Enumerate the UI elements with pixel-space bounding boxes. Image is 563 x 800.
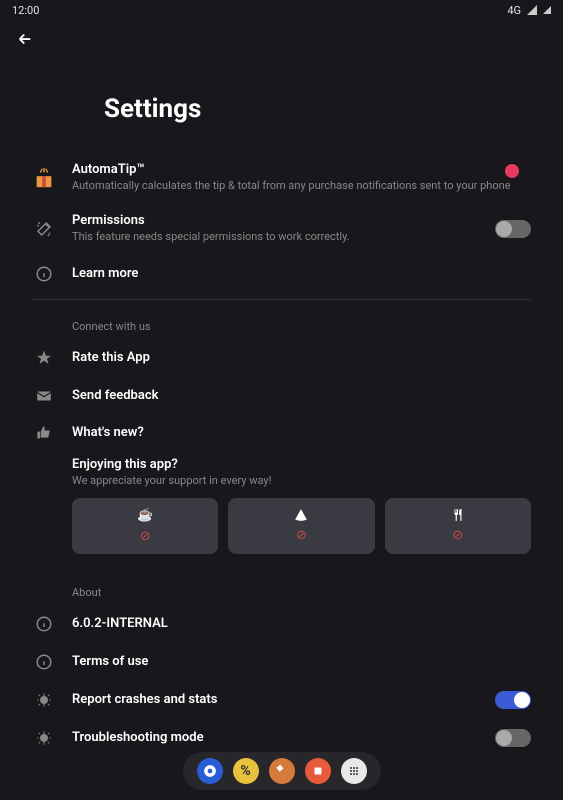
back-button[interactable] bbox=[0, 20, 563, 58]
rate-row[interactable]: Rate this App bbox=[32, 339, 531, 377]
feedback-row[interactable]: Send feedback bbox=[32, 377, 531, 415]
support-pizza-card[interactable]: ⊘ bbox=[228, 498, 374, 554]
status-network: 4G bbox=[507, 4, 521, 17]
prohibit-icon: ⊘ bbox=[140, 529, 151, 544]
about-section-label: About bbox=[32, 572, 531, 605]
dock-app-1[interactable] bbox=[197, 758, 223, 784]
dock-apps-grid[interactable] bbox=[341, 758, 367, 784]
learn-more-label: Learn more bbox=[72, 266, 531, 281]
troubleshoot-toggle[interactable] bbox=[495, 729, 531, 747]
bug-icon bbox=[32, 730, 56, 746]
prohibit-icon: ⊘ bbox=[296, 528, 307, 543]
feedback-label: Send feedback bbox=[72, 388, 531, 403]
learn-more-row[interactable]: Learn more bbox=[32, 255, 531, 293]
connect-section-label: Connect with us bbox=[32, 306, 531, 339]
support-meal-card[interactable]: ⊘ bbox=[385, 498, 531, 554]
crashes-toggle[interactable] bbox=[495, 691, 531, 709]
star-icon bbox=[32, 349, 56, 367]
whatsnew-row[interactable]: What's new? bbox=[32, 415, 531, 451]
support-coffee-card[interactable]: ☕ ⊘ bbox=[72, 498, 218, 554]
info-icon bbox=[32, 653, 56, 671]
thumbs-up-icon bbox=[32, 425, 56, 441]
terms-row[interactable]: Terms of use bbox=[32, 643, 531, 681]
version-label: 6.0.2-INTERNAL bbox=[72, 616, 531, 631]
dock-app-4[interactable] bbox=[305, 758, 331, 784]
permissions-title: Permissions bbox=[72, 213, 479, 228]
wand-icon bbox=[32, 220, 56, 238]
info-icon bbox=[32, 615, 56, 633]
signal-icon-2 bbox=[543, 6, 551, 14]
enjoying-subtitle: We appreciate your support in every way! bbox=[72, 474, 531, 488]
status-time: 12:00 bbox=[12, 4, 39, 17]
crashes-row[interactable]: Report crashes and stats bbox=[32, 681, 531, 719]
info-icon bbox=[32, 265, 56, 283]
automatip-title: AutomaTip™ bbox=[72, 162, 531, 177]
permissions-row[interactable]: Permissions This feature needs special p… bbox=[32, 203, 531, 254]
dock-app-2[interactable]: % bbox=[233, 758, 259, 784]
pizza-icon bbox=[294, 508, 308, 522]
gift-icon bbox=[32, 166, 56, 190]
permissions-toggle[interactable] bbox=[495, 220, 531, 238]
coffee-icon: ☕ bbox=[137, 508, 153, 523]
whatsnew-label: What's new? bbox=[72, 425, 531, 440]
troubleshoot-label: Troubleshooting mode bbox=[72, 730, 479, 745]
dock: % bbox=[183, 752, 381, 790]
prohibit-icon: ⊘ bbox=[452, 528, 463, 543]
alert-badge bbox=[505, 164, 519, 178]
divider bbox=[32, 299, 531, 300]
crashes-label: Report crashes and stats bbox=[72, 692, 479, 707]
bug-icon bbox=[32, 692, 56, 708]
enjoying-title: Enjoying this app? bbox=[72, 457, 531, 472]
automatip-row[interactable]: AutomaTip™ Automatically calculates the … bbox=[32, 152, 531, 203]
rate-label: Rate this App bbox=[72, 350, 531, 365]
page-title: Settings bbox=[104, 94, 531, 124]
automatip-subtitle: Automatically calculates the tip & total… bbox=[72, 179, 531, 193]
terms-label: Terms of use bbox=[72, 654, 531, 669]
version-row[interactable]: 6.0.2-INTERNAL bbox=[32, 605, 531, 643]
dock-app-3[interactable] bbox=[269, 758, 295, 784]
mail-icon bbox=[32, 387, 56, 405]
permissions-subtitle: This feature needs special permissions t… bbox=[72, 230, 479, 244]
signal-icon bbox=[527, 5, 537, 15]
status-bar: 12:00 4G bbox=[0, 0, 563, 20]
cutlery-icon bbox=[451, 508, 465, 522]
